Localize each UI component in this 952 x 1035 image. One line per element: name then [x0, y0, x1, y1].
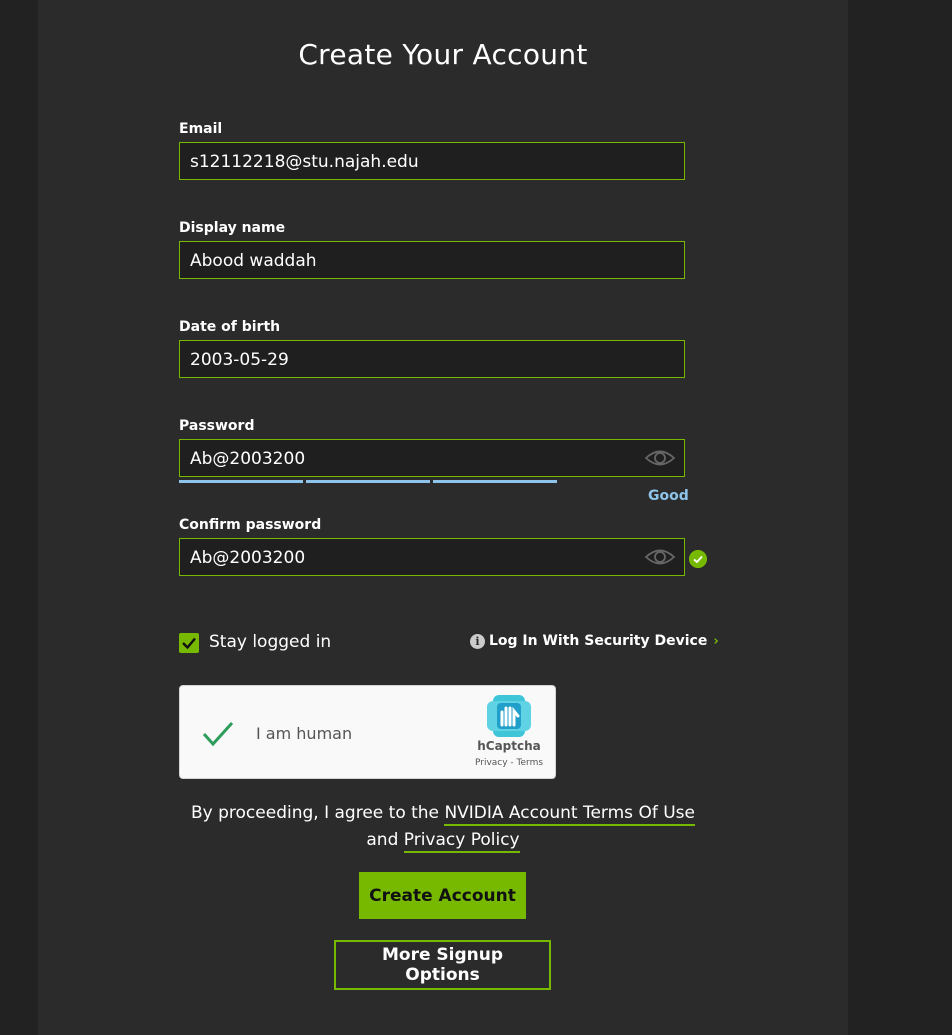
- email-field[interactable]: s12112218@stu.najah.edu: [179, 142, 685, 180]
- stay-logged-in-checkbox[interactable]: [179, 633, 199, 653]
- terms-link[interactable]: NVIDIA Account Terms Of Use: [444, 803, 695, 826]
- agreement-text: By proceeding, I agree to the NVIDIA Acc…: [38, 800, 848, 854]
- password-strength-label: Good: [648, 488, 689, 504]
- match-check-icon: [689, 550, 707, 568]
- agreement-joiner: and: [366, 830, 399, 850]
- security-device-label: Log In With Security Device: [489, 633, 708, 649]
- captcha-links[interactable]: Privacy - Terms: [460, 758, 558, 768]
- password-label: Password: [179, 418, 255, 434]
- chevron-right-icon: ›: [713, 633, 719, 649]
- more-signup-options-button[interactable]: More Signup Options: [334, 940, 551, 990]
- agreement-prefix: By proceeding, I agree to the: [191, 803, 440, 823]
- display-name-field[interactable]: Abood waddah: [179, 241, 685, 279]
- hcaptcha-logo-icon: [487, 695, 531, 737]
- dob-field[interactable]: 2003-05-29: [179, 340, 685, 378]
- password-strength-meter: [179, 480, 685, 483]
- captcha-label: I am human: [256, 724, 353, 743]
- email-label: Email: [179, 121, 223, 137]
- strength-segment: [433, 480, 557, 483]
- create-account-button[interactable]: Create Account: [359, 872, 526, 919]
- security-device-link[interactable]: i Log In With Security Device ›: [470, 633, 719, 649]
- confirm-password-value: Ab@2003200: [190, 548, 306, 568]
- captcha-check-icon[interactable]: [202, 720, 234, 748]
- password-field[interactable]: Ab@2003200: [179, 439, 685, 477]
- dob-value: 2003-05-29: [190, 350, 289, 370]
- captcha-brand: hCaptcha: [477, 739, 541, 753]
- privacy-policy-link[interactable]: Privacy Policy: [403, 830, 520, 853]
- display-name-label: Display name: [179, 220, 286, 236]
- dob-label: Date of birth: [179, 319, 281, 335]
- confirm-password-label: Confirm password: [179, 517, 322, 533]
- display-name-value: Abood waddah: [190, 251, 317, 271]
- strength-segment: [179, 480, 303, 483]
- password-value: Ab@2003200: [190, 449, 306, 469]
- signup-panel: Create Your Account Email s12112218@stu.…: [38, 0, 848, 1035]
- page-title: Create Your Account: [298, 38, 588, 71]
- captcha-widget[interactable]: I am human hCaptcha Privacy - Terms: [179, 685, 556, 779]
- strength-segment: [306, 480, 430, 483]
- email-value: s12112218@stu.najah.edu: [190, 152, 419, 172]
- stay-logged-in-label[interactable]: Stay logged in: [209, 632, 331, 652]
- info-icon: i: [470, 633, 485, 649]
- confirm-password-field[interactable]: Ab@2003200: [179, 538, 685, 576]
- eye-icon[interactable]: [644, 546, 676, 568]
- eye-icon[interactable]: [644, 447, 676, 469]
